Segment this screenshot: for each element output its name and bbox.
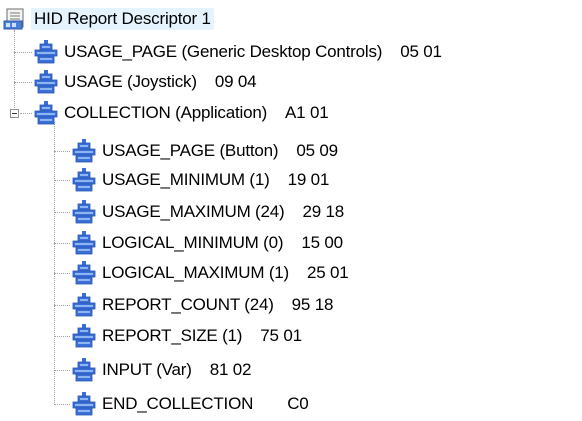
tree-connector xyxy=(54,243,70,244)
hid-item-icon xyxy=(71,167,97,193)
tree-item-collection-application[interactable]: COLLECTION (Application) A1 01 xyxy=(33,98,329,128)
hid-item-icon xyxy=(71,323,97,349)
tree-item-code: 15 00 xyxy=(301,233,343,252)
hid-item-icon xyxy=(71,230,97,256)
tree-item-code: 95 18 xyxy=(291,295,334,314)
tree-item-code: 05 01 xyxy=(400,42,442,61)
hid-item-icon xyxy=(71,260,97,286)
tree-item-code: C0 xyxy=(287,394,309,413)
tree-item-label: USAGE_MINIMUM (1) xyxy=(102,170,270,189)
tree-connector xyxy=(54,151,70,152)
tree-item-usage-minimum[interactable]: USAGE_MINIMUM (1) 19 01 xyxy=(71,165,329,195)
tree-item-code: 75 01 xyxy=(260,326,302,345)
tree-item-report-count[interactable]: REPORT_COUNT (24) 95 18 xyxy=(71,290,333,320)
tree-item-usage-maximum[interactable]: USAGE_MAXIMUM (24) 29 18 xyxy=(71,197,344,227)
tree-item-usage-page-generic-desktop[interactable]: USAGE_PAGE (Generic Desktop Controls) 05… xyxy=(33,37,442,67)
tree-item-report-size[interactable]: REPORT_SIZE (1) 75 01 xyxy=(71,321,302,351)
tree-item-label: REPORT_SIZE (1) xyxy=(102,326,243,345)
hid-item-icon xyxy=(71,138,97,164)
tree-root-node[interactable]: HID Report Descriptor 1 xyxy=(2,4,214,34)
tree-item-label: END_COLLECTION xyxy=(102,394,254,413)
tree-item-end-collection[interactable]: END_COLLECTION C0 xyxy=(71,389,309,419)
tree-connector xyxy=(14,52,32,53)
tree-item-label: INPUT (Var) xyxy=(102,360,192,379)
tree-connector xyxy=(54,180,70,181)
tree-item-label: USAGE (Joystick) xyxy=(64,72,197,91)
tree-item-logical-minimum[interactable]: LOGICAL_MINIMUM (0) 15 00 xyxy=(71,228,343,258)
tree-item-label: LOGICAL_MAXIMUM (1) xyxy=(102,263,290,282)
tree-item-label: COLLECTION (Application) xyxy=(64,103,268,122)
hid-item-icon xyxy=(33,39,59,65)
hid-item-icon xyxy=(33,100,59,126)
tree-item-label: LOGICAL_MINIMUM (0) xyxy=(102,233,284,252)
tree-item-usage-joystick[interactable]: USAGE (Joystick) 09 04 xyxy=(33,67,257,97)
tree-item-logical-maximum[interactable]: LOGICAL_MAXIMUM (1) 25 01 xyxy=(71,258,349,288)
hid-descriptor-tree[interactable]: HID Report Descriptor 1 USAGE_PAGE (Gene… xyxy=(0,0,582,421)
tree-connector xyxy=(20,113,32,114)
tree-item-code: A1 01 xyxy=(285,103,329,122)
tree-connector xyxy=(14,30,15,118)
tree-connector xyxy=(54,404,70,405)
tree-item-code: 09 04 xyxy=(214,72,257,91)
hid-item-icon xyxy=(33,69,59,95)
descriptor-document-icon xyxy=(2,6,28,32)
tree-connector xyxy=(54,305,70,306)
tree-item-label: REPORT_COUNT (24) xyxy=(102,295,274,314)
tree-connector xyxy=(54,370,70,371)
tree-connector xyxy=(54,122,55,405)
tree-item-label: USAGE_PAGE (Generic Desktop Controls) xyxy=(64,42,383,61)
hid-item-icon xyxy=(71,357,97,383)
tree-item-code: 25 01 xyxy=(307,263,349,282)
tree-item-code: 19 01 xyxy=(287,170,330,189)
tree-connector xyxy=(14,82,32,83)
collapse-toggle[interactable] xyxy=(10,109,19,118)
tree-connector xyxy=(54,212,70,213)
tree-connector xyxy=(54,336,70,337)
tree-item-code: 05 09 xyxy=(296,141,338,160)
hid-item-icon xyxy=(71,292,97,318)
hid-item-icon xyxy=(71,391,97,417)
tree-root-label: HID Report Descriptor 1 xyxy=(31,8,214,30)
tree-item-code: 81 02 xyxy=(209,360,252,379)
tree-item-code: 29 18 xyxy=(302,202,345,221)
tree-connector xyxy=(54,273,70,274)
tree-item-input-var[interactable]: INPUT (Var) 81 02 xyxy=(71,355,251,385)
tree-item-label: USAGE_MAXIMUM (24) xyxy=(102,202,285,221)
tree-item-usage-page-button[interactable]: USAGE_PAGE (Button) 05 09 xyxy=(71,136,338,166)
hid-item-icon xyxy=(71,199,97,225)
tree-item-label: USAGE_PAGE (Button) xyxy=(102,141,279,160)
